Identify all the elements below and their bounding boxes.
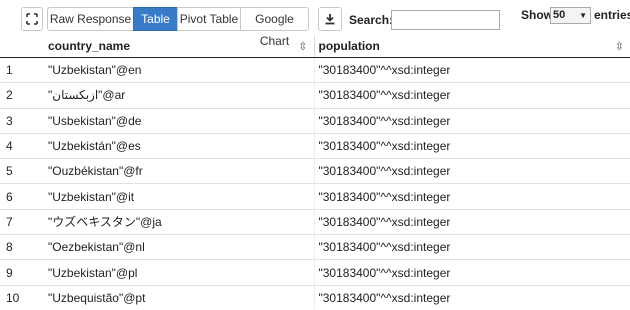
row-index: 2 [0, 82, 36, 109]
table-row: 5 "Ouzbékistan"@fr "30183400"^^xsd:integer [0, 158, 630, 184]
table-row: 6 "Uzbekistan"@it "30183400"^^xsd:integer [0, 183, 630, 210]
row-index: 8 [0, 234, 36, 260]
table-row: 3 "Usbekistan"@de "30183400"^^xsd:integer [0, 107, 630, 134]
row-index: 6 [0, 183, 36, 210]
search-input[interactable] [391, 10, 500, 30]
entries-label: entries [594, 8, 630, 22]
country-name-cell: "Usbekistan"@de [36, 107, 315, 134]
results-toolbar: Raw Response Table Pivot Table Google Ch… [0, 0, 630, 48]
row-index: 3 [0, 107, 36, 134]
row-index: 10 [0, 284, 36, 310]
table-row: 8 "Oezbekistan"@nl "30183400"^^xsd:integer [0, 234, 630, 260]
country-name-cell: "Uzbekistan"@en [36, 57, 315, 83]
dropdown-caret-icon: ▼ [579, 11, 587, 20]
country-name-cell: "ウズベキスタン"@ja [36, 208, 315, 235]
table-row: 7 "ウズベキスタン"@ja "30183400"^^xsd:integer [0, 208, 630, 235]
table-row: 9 "Uzbekistan"@pl "30183400"^^xsd:integer [0, 259, 630, 286]
column-header-label: population [318, 39, 380, 53]
table-row: 1 "Uzbekistan"@en "30183400"^^xsd:integer [0, 57, 630, 83]
sort-icon[interactable]: ⇳ [615, 40, 624, 53]
population-cell: "30183400"^^xsd:integer [314, 132, 630, 159]
tab-table[interactable]: Table [133, 7, 178, 31]
population-cell: "30183400"^^xsd:integer [318, 63, 451, 78]
country-name-cell: "Uzbekistan"@pl [36, 259, 315, 286]
results-table: country_name ⇳ population ⇳ 1 "Uzbekistan… [0, 35, 630, 310]
country-name-cell: "Uzbekistán"@es [36, 132, 315, 159]
population-cell: "30183400"^^xsd:integer [314, 234, 630, 260]
column-header-country-name[interactable]: country_name ⇳ [36, 35, 315, 58]
country-name-cell: "ازبکستان"@ar [36, 82, 315, 109]
country-name-cell: "Ouzbékistan"@fr [36, 158, 315, 184]
table-row: 10 "Uzbequistão"@pt "30183400"^^xsd:intege… [0, 284, 630, 310]
population-cell: "30183400"^^xsd:integer [314, 107, 630, 134]
country-name-cell: "Oezbekistan"@nl [36, 234, 315, 260]
index-column-header [0, 35, 36, 58]
country-name-cell: "Uzbekistan"@it [36, 183, 315, 210]
population-cell: "30183400"^^xsd:integer [314, 183, 630, 210]
sort-icon[interactable]: ⇳ [298, 40, 307, 53]
row-index: 1 [6, 63, 13, 78]
row-index: 7 [0, 208, 36, 235]
population-cell: "30183400"^^xsd:integer [314, 259, 630, 286]
table-row: 4 "Uzbekistán"@es "30183400"^^xsd:integer [0, 132, 630, 159]
entries-per-page-select[interactable]: 50 ▼ [550, 7, 591, 24]
population-cell: "30183400"^^xsd:integer [314, 284, 630, 310]
table-header-row: country_name ⇳ population ⇳ [0, 35, 630, 58]
search-label: Search: [349, 13, 394, 27]
tab-google-chart[interactable]: Google Chart [240, 7, 309, 48]
country-name-cell: "Uzbequistão"@pt [36, 284, 315, 310]
download-button[interactable] [318, 7, 342, 31]
column-header-population[interactable]: population ⇳ [314, 35, 630, 58]
column-header-label: country_name [48, 39, 131, 53]
row-index: 4 [0, 132, 36, 159]
expand-button[interactable] [21, 7, 43, 31]
download-icon [325, 14, 335, 25]
tab-raw-response[interactable]: Raw Response [47, 7, 134, 31]
entries-per-page-value: 50 [553, 9, 566, 21]
population-cell: "30183400"^^xsd:integer [314, 82, 630, 109]
population-cell: "30183400"^^xsd:integer [314, 208, 630, 235]
tab-pivot-table[interactable]: Pivot Table [177, 7, 241, 31]
population-cell: "30183400"^^xsd:integer [314, 158, 630, 184]
row-index: 9 [0, 259, 36, 286]
table-row: 2 "ازبکستان"@ar "30183400"^^xsd:integer [0, 82, 630, 109]
row-index: 5 [0, 158, 36, 184]
expand-arrows-icon [26, 13, 38, 25]
show-label: Show [521, 8, 553, 22]
